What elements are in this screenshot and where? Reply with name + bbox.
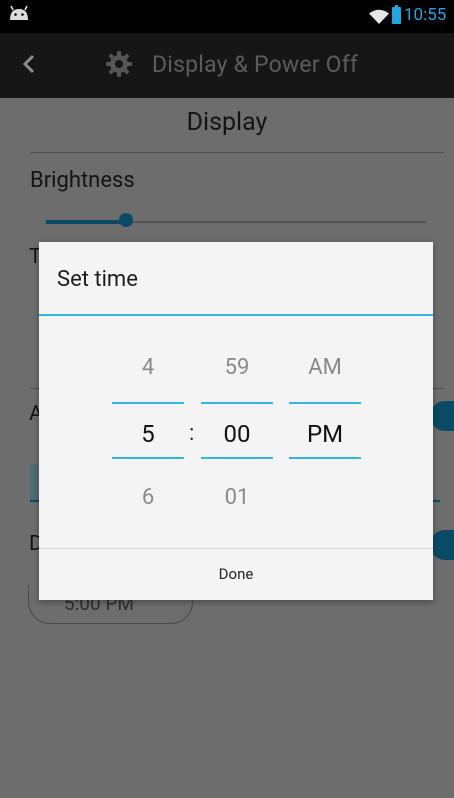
hour-top-line (112, 402, 184, 404)
minute-top-line (201, 402, 273, 404)
gear-icon (104, 49, 134, 83)
hour-prev[interactable]: 4 (112, 355, 184, 380)
back-chevron-icon[interactable] (22, 53, 36, 79)
done-button[interactable]: Done (39, 549, 433, 600)
android-icon (8, 5, 30, 25)
hour-bottom-line (112, 457, 184, 459)
brightness-label: Brightness (30, 168, 135, 193)
wifi-icon (369, 9, 389, 28)
status-time: 10:55 (404, 5, 447, 25)
field-marker (30, 464, 38, 502)
ampm-prev[interactable]: AM (289, 355, 361, 380)
hour-next[interactable]: 6 (112, 485, 184, 510)
brightness-slider-thumb[interactable] (119, 213, 133, 227)
hour-value[interactable]: 5 (112, 420, 184, 448)
dialog-title: Set time (57, 267, 138, 292)
set-time-dialog: Set time 4 5 6 : 59 00 01 AM PM Done (39, 242, 433, 600)
minute-prev[interactable]: 59 (201, 355, 273, 380)
minute-value[interactable]: 00 (201, 420, 273, 448)
minute-next[interactable]: 01 (201, 485, 273, 510)
toggle-switch[interactable] (430, 401, 454, 431)
action-bar: Display & Power Off (0, 33, 454, 98)
status-bar: 10:55 (0, 0, 454, 33)
time-separator: : (189, 421, 195, 446)
brightness-slider-fill (46, 220, 126, 224)
dialog-title-divider (39, 314, 433, 316)
ampm-top-line (289, 402, 361, 404)
ampm-value[interactable]: PM (289, 420, 361, 448)
divider (30, 152, 444, 153)
section-header: Display (186, 108, 268, 137)
action-bar-title: Display & Power Off (152, 51, 359, 78)
toggle-switch[interactable] (430, 530, 454, 560)
minute-bottom-line (201, 457, 273, 459)
ampm-bottom-line (289, 457, 361, 459)
battery-icon (392, 5, 401, 24)
